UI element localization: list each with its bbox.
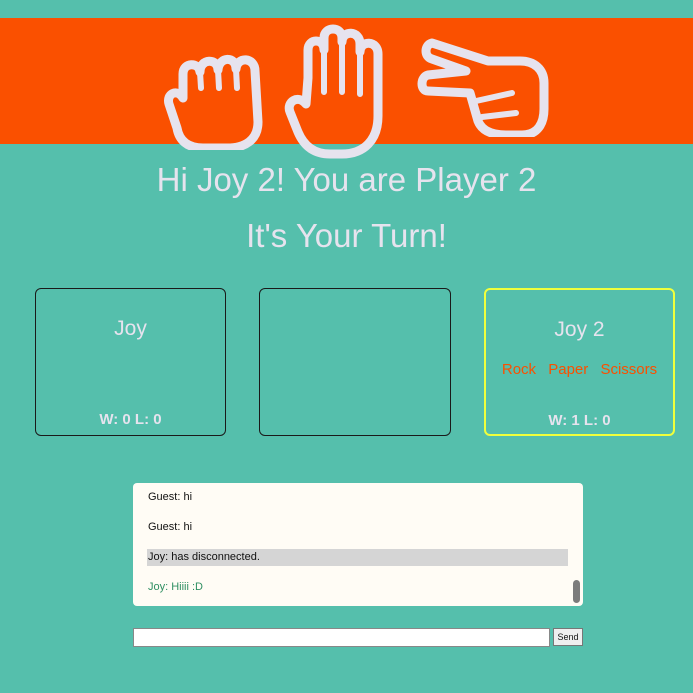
player-1-score: W: 0 L: 0 bbox=[99, 411, 162, 428]
send-button[interactable]: Send bbox=[553, 628, 583, 646]
player-2-name: Joy 2 bbox=[554, 318, 605, 341]
paper-hand-icon bbox=[284, 24, 383, 159]
turn-status: It's Your Turn! bbox=[246, 217, 447, 254]
scissors-hand-icon bbox=[417, 38, 549, 137]
player-2-score: W: 1 L: 0 bbox=[548, 412, 611, 429]
header-banner bbox=[0, 18, 693, 159]
player-2-panel: Joy 2 Rock Paper Scissors W: 1 L: 0 bbox=[484, 288, 675, 436]
choice-list: Rock Paper Scissors bbox=[486, 361, 673, 378]
result-panel bbox=[259, 288, 451, 436]
player-1-panel: Joy W: 0 L: 0 bbox=[35, 288, 226, 436]
chat-message: Guest: hi bbox=[148, 491, 193, 503]
chat-message-self: Joy: Hiiii :D bbox=[148, 581, 204, 593]
player-1-name: Joy bbox=[114, 317, 147, 340]
choice-rock[interactable]: Rock bbox=[502, 361, 536, 378]
chat-input[interactable] bbox=[133, 628, 550, 647]
chat-log[interactable]: Guest: hi Guest: hi Joy: has disconnecte… bbox=[133, 483, 583, 606]
choice-scissors[interactable]: Scissors bbox=[600, 361, 657, 378]
chat-scrollbar[interactable] bbox=[573, 580, 580, 603]
rock-hand-icon bbox=[164, 54, 263, 150]
choice-paper[interactable]: Paper bbox=[548, 361, 588, 378]
chat-message-system: Joy: has disconnected. bbox=[147, 549, 568, 566]
player-greeting: Hi Joy 2! You are Player 2 bbox=[156, 161, 537, 198]
chat-message: Guest: hi bbox=[148, 521, 193, 533]
